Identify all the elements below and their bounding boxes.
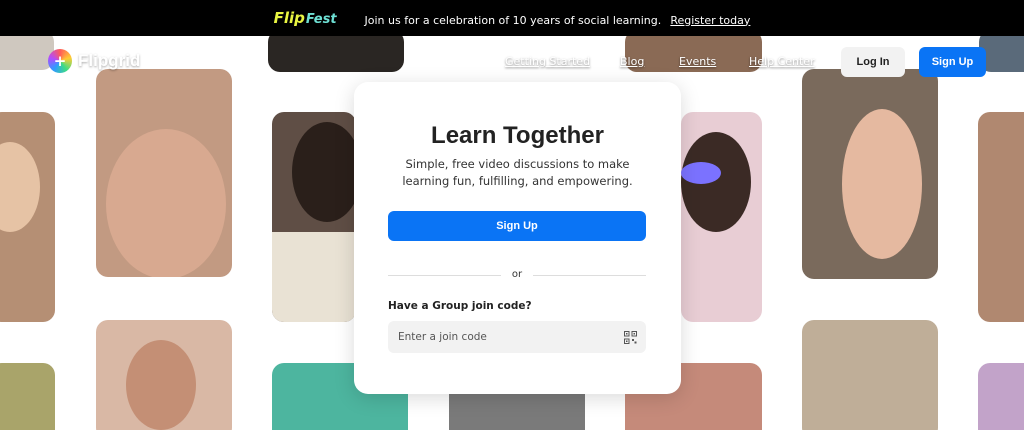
flipfest-logo-part1: Flip	[273, 9, 305, 27]
photo-tile	[802, 69, 938, 279]
logo-text: Flipgrid	[78, 51, 141, 70]
photo-tile	[96, 69, 232, 277]
card-subtitle: Simple, free video discussions to make l…	[402, 157, 633, 188]
flipfest-logo-part2: Fest	[305, 12, 337, 27]
photo-tile	[802, 320, 938, 430]
photo-tile	[96, 320, 232, 430]
qr-code-icon[interactable]	[624, 331, 637, 344]
flipgrid-logo[interactable]: + Flipgrid	[48, 49, 140, 73]
card-title: Learn Together	[431, 122, 604, 149]
photo-tile	[268, 30, 404, 72]
signup-card: Learn Together Simple, free video discus…	[354, 82, 681, 394]
photo-tile	[272, 112, 356, 322]
photo-tile	[978, 112, 1024, 322]
plus-icon: +	[48, 49, 72, 73]
photo-tile	[681, 112, 762, 322]
nav-getting-started[interactable]: Getting Started	[505, 55, 590, 68]
banner-message: Join us for a celebration of 10 years of…	[364, 13, 662, 27]
join-code-input[interactable]	[388, 321, 646, 353]
register-today-link[interactable]: Register today	[670, 14, 750, 27]
nav-events[interactable]: Events	[679, 55, 716, 68]
signup-button[interactable]: Sign Up	[388, 211, 646, 241]
flipfest-logo: Flip Fest	[274, 9, 337, 27]
nav-help-center[interactable]: Help Center	[749, 55, 815, 68]
nav-blog[interactable]: Blog	[620, 55, 644, 68]
login-button[interactable]: Log In	[841, 47, 905, 77]
photo-tile	[978, 363, 1024, 430]
header-signup-button[interactable]: Sign Up	[919, 47, 986, 77]
or-label: or	[501, 269, 533, 280]
photo-tile	[0, 30, 54, 70]
join-code-label: Have a Group join code?	[388, 300, 532, 312]
photo-tile	[0, 112, 55, 322]
photo-tile	[0, 363, 55, 430]
announcement-banner: Flip Fest Join us for a celebration of 1…	[0, 0, 1024, 36]
